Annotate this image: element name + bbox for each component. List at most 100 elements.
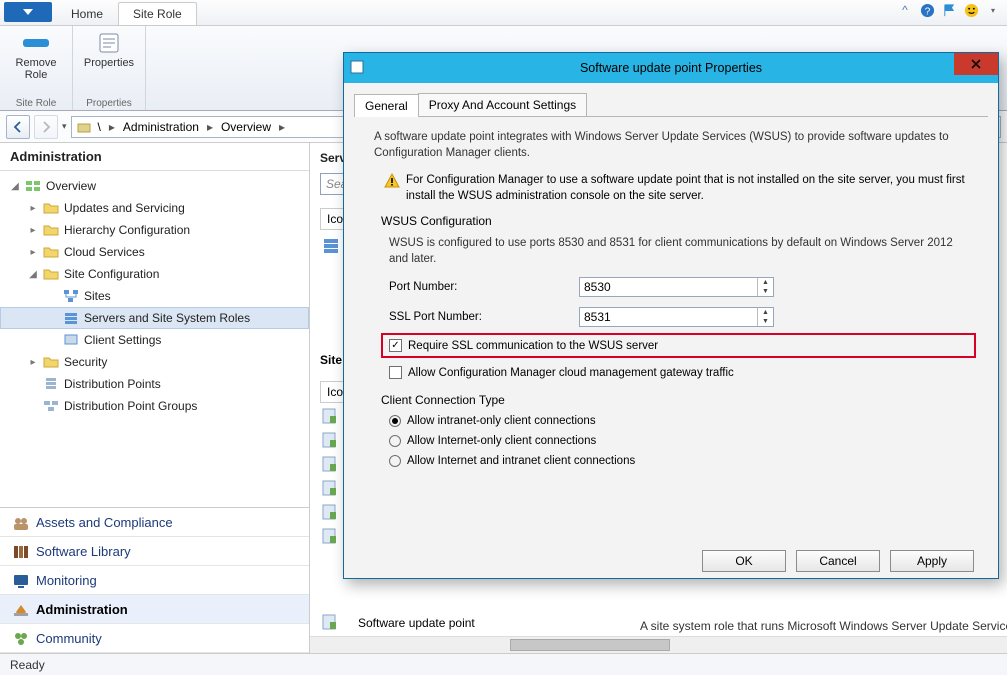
wunderbar-assets[interactable]: Assets and Compliance <box>0 508 309 537</box>
wsus-group-title: WSUS Configuration <box>381 214 968 228</box>
folder-icon <box>43 354 59 370</box>
wunderbar-administration[interactable]: Administration <box>0 595 309 624</box>
warning-text: For Configuration Manager to use a softw… <box>406 173 968 204</box>
allow-cloud-checkbox[interactable] <box>389 366 402 379</box>
remove-role-button[interactable]: Remove Role <box>6 30 66 83</box>
horizontal-scrollbar[interactable] <box>310 636 1007 653</box>
folder-icon <box>43 200 59 216</box>
remove-role-label: Remove Role <box>8 57 64 81</box>
server-icon <box>320 235 342 257</box>
cancel-button[interactable]: Cancel <box>796 550 880 572</box>
dialog-title: Software update point Properties <box>580 61 762 75</box>
radio-intranet-only[interactable] <box>389 415 401 427</box>
apply-button[interactable]: Apply <box>890 550 974 572</box>
conn-group-title: Client Connection Type <box>381 393 968 407</box>
breadcrumb-seg[interactable]: \ <box>94 120 105 134</box>
status-bar: Ready <box>0 653 1007 675</box>
highlight-annotation: Require SSL communication to the WSUS se… <box>381 333 976 358</box>
wunderbar-library[interactable]: Software Library <box>0 537 309 566</box>
warning-icon <box>384 173 400 189</box>
breadcrumb-seg[interactable]: Overview <box>217 120 275 134</box>
scrollbar-thumb[interactable] <box>510 639 670 651</box>
wunderbar-community[interactable]: Community <box>0 624 309 653</box>
role-icon <box>320 503 342 523</box>
admin-icon <box>12 601 28 617</box>
overview-icon <box>25 178 41 194</box>
role-icon <box>320 455 342 475</box>
chevron-icon: ▸ <box>205 120 215 134</box>
ribbon-tab-home[interactable]: Home <box>56 2 118 25</box>
tab-proxy[interactable]: Proxy And Account Settings <box>418 93 587 116</box>
tree-node-cloud[interactable]: ▸Cloud Services <box>0 241 309 263</box>
back-button[interactable] <box>6 115 30 139</box>
selected-role-name: Software update point <box>358 616 475 630</box>
history-dropdown-icon[interactable]: ▾ <box>62 121 67 132</box>
wsus-desc: WSUS is configured to use ports 8530 and… <box>389 236 968 267</box>
expand-ribbon-icon[interactable]: ^ <box>897 2 913 18</box>
community-icon <box>12 630 28 646</box>
require-ssl-label: Require SSL communication to the WSUS se… <box>408 340 658 352</box>
wunderbar-monitoring[interactable]: Monitoring <box>0 566 309 595</box>
folder-icon <box>43 244 59 260</box>
sites-icon <box>63 288 79 304</box>
spinner-icon[interactable]: ▲▼ <box>757 308 773 326</box>
forward-button[interactable] <box>34 115 58 139</box>
selected-role-desc: A site system role that runs Microsoft W… <box>640 619 1007 633</box>
tree-node-clientsettings[interactable]: Client Settings <box>0 329 309 351</box>
location-icon <box>76 119 92 135</box>
properties-label: Properties <box>84 57 134 69</box>
port-label: Port Number: <box>389 281 579 293</box>
ssl-port-label: SSL Port Number: <box>389 311 579 323</box>
dialog-titlebar[interactable]: Software update point Properties <box>344 53 998 83</box>
tree-node-siteconfig[interactable]: ◢Site Configuration <box>0 263 309 285</box>
assets-icon <box>12 514 28 530</box>
flag-icon[interactable] <box>941 2 957 18</box>
chevron-icon: ▸ <box>107 120 117 134</box>
chevron-icon: ▸ <box>277 120 287 134</box>
monitoring-icon <box>12 572 28 588</box>
close-button[interactable] <box>954 53 998 75</box>
require-ssl-checkbox[interactable] <box>389 339 402 352</box>
role-icon <box>320 479 342 499</box>
tree-node-distpoints[interactable]: Distribution Points <box>0 373 309 395</box>
svg-text:?: ? <box>924 6 930 17</box>
help-icon[interactable]: ? <box>919 2 935 18</box>
roles-list-header: Site <box>320 353 342 367</box>
role-icon <box>320 431 342 451</box>
tree-node-distgroups[interactable]: Distribution Point Groups <box>0 395 309 417</box>
folder-icon <box>43 222 59 238</box>
port-input[interactable]: 8530▲▼ <box>579 277 774 297</box>
folder-icon <box>43 266 59 282</box>
dialog-description: A software update point integrates with … <box>354 125 988 163</box>
tree-node-hierarchy[interactable]: ▸Hierarchy Configuration <box>0 219 309 241</box>
nav-tree: ◢Overview ▸Updates and Servicing ▸Hierar… <box>0 171 309 507</box>
ribbon-group-label: Site Role <box>16 98 57 109</box>
radio-internet-only[interactable] <box>389 435 401 447</box>
app-menu-button[interactable] <box>4 2 52 22</box>
role-icon <box>320 527 342 547</box>
role-icon <box>320 407 342 427</box>
properties-button[interactable]: Properties <box>79 30 139 71</box>
distgroups-icon <box>43 398 59 414</box>
role-icon <box>320 613 342 633</box>
settings-icon <box>63 332 79 348</box>
tree-node-security[interactable]: ▸Security <box>0 351 309 373</box>
tree-node-updates[interactable]: ▸Updates and Servicing <box>0 197 309 219</box>
library-icon <box>12 543 28 559</box>
breadcrumb-seg[interactable]: Administration <box>119 120 203 134</box>
feedback-dropdown-icon[interactable]: ▾ <box>985 2 1001 18</box>
tab-general[interactable]: General <box>354 94 419 117</box>
radio-both[interactable] <box>389 455 401 467</box>
ribbon-group-label-2: Properties <box>86 98 132 109</box>
ok-button[interactable]: OK <box>702 550 786 572</box>
ssl-port-input[interactable]: 8531▲▼ <box>579 307 774 327</box>
window-icon <box>350 60 366 76</box>
distpoints-icon <box>43 376 59 392</box>
nav-header: Administration <box>0 143 309 171</box>
feedback-icon[interactable] <box>963 2 979 18</box>
tree-node-servers-roles[interactable]: Servers and Site System Roles <box>0 307 309 329</box>
tree-node-overview[interactable]: ◢Overview <box>0 175 309 197</box>
spinner-icon[interactable]: ▲▼ <box>757 278 773 296</box>
tree-node-sites[interactable]: Sites <box>0 285 309 307</box>
ribbon-tab-site-role[interactable]: Site Role <box>118 2 197 25</box>
